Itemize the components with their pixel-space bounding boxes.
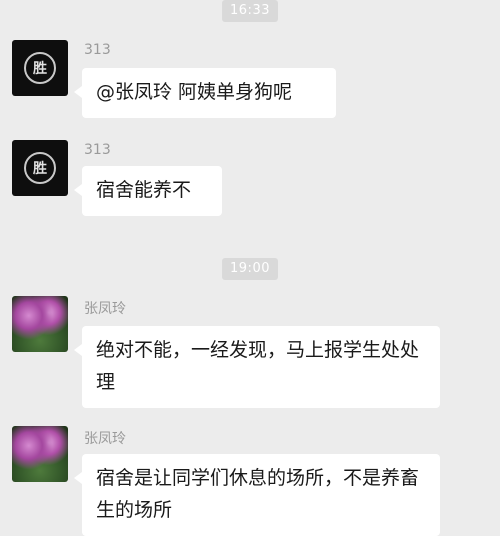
sender-name: 313 bbox=[84, 42, 111, 58]
sender-name: 313 bbox=[84, 142, 111, 158]
sender-name: 张凤玲 bbox=[84, 301, 126, 317]
timestamp-pill: 16:33 bbox=[222, 0, 278, 22]
sender-name: 张凤玲 bbox=[84, 431, 126, 447]
avatar[interactable] bbox=[12, 426, 68, 482]
message-bubble[interactable]: 宿舍是让同学们休息的场所，不是养畜生的场所 bbox=[74, 454, 440, 536]
avatar[interactable] bbox=[12, 296, 68, 352]
avatar-logo-icon: 胜 bbox=[24, 152, 56, 184]
timestamp-pill: 19:00 bbox=[222, 258, 278, 280]
avatar[interactable]: 胜 bbox=[12, 40, 68, 96]
avatar-logo-icon: 胜 bbox=[24, 52, 56, 84]
message-bubble[interactable]: 宿舍能养不 bbox=[74, 166, 222, 216]
message-bubble[interactable]: 绝对不能，一经发现，马上报学生处处理 bbox=[74, 326, 440, 408]
avatar[interactable]: 胜 bbox=[12, 140, 68, 196]
message-bubble[interactable]: @张凤玲 阿姨单身狗呢 bbox=[74, 68, 336, 118]
